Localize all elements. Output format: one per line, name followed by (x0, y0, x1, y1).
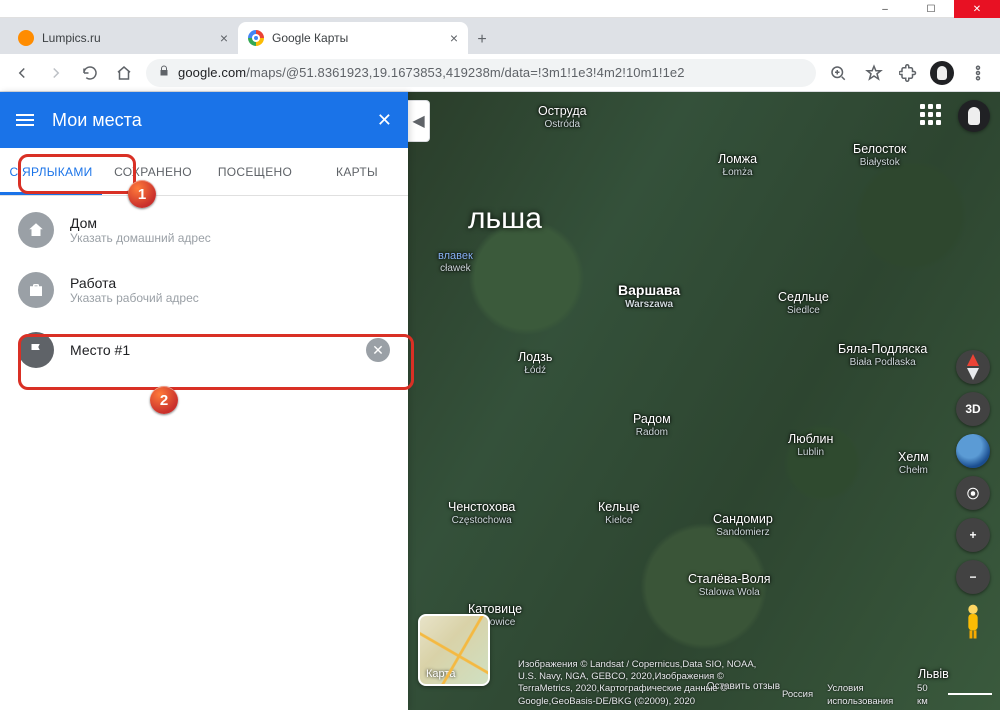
window-titlebar: – ☐ ✕ (0, 0, 1000, 18)
3d-button[interactable]: 3D (956, 392, 990, 426)
zoom-out-button[interactable]: − (956, 560, 990, 594)
city-lodz[interactable]: ЛодзьŁódź (518, 350, 552, 376)
city-bialystok[interactable]: БелостокBiałystok (853, 142, 906, 168)
zoom-in-button[interactable]: + (956, 518, 990, 552)
window-minimize-button[interactable]: – (862, 0, 908, 18)
compass-button[interactable] (956, 350, 990, 384)
panel-close-button[interactable]: ✕ (377, 110, 392, 131)
map-top-controls (920, 100, 990, 132)
city-lublin[interactable]: ЛюблинLublin (788, 432, 833, 458)
layer-toggle[interactable]: Карта (418, 614, 490, 686)
nav-reload-button[interactable] (78, 61, 102, 85)
city-ostroda[interactable]: ОструдаOstróda (538, 104, 587, 130)
city-czestochowa[interactable]: ЧенстоховаCzęstochowa (448, 500, 515, 526)
callout-1-badge: 1 (128, 180, 156, 208)
remove-place-button[interactable]: ✕ (366, 338, 390, 362)
scale-bar (948, 693, 992, 695)
callout-2-badge: 2 (150, 386, 178, 414)
map-canvas[interactable]: ◀ льша ОструдаOstróda ЛомжаŁomża Белосто… (408, 92, 1000, 710)
extensions-icon[interactable] (898, 63, 918, 83)
collapse-panel-button[interactable]: ◀ (408, 100, 430, 142)
browser-toolbar: google.com/maps/@51.8361923,19.1673853,4… (0, 54, 1000, 92)
place-title: Дом (70, 215, 211, 231)
panel-tabs: С ЯРЛЫКАМИ СОХРАНЕНО ПОСЕЩЕНО КАРТЫ (0, 148, 408, 196)
window-maximize-button[interactable]: ☐ (908, 0, 954, 18)
place-title: Место #1 (70, 342, 130, 358)
tab-visited[interactable]: ПОСЕЩЕНО (204, 148, 306, 195)
zoom-indicator-icon[interactable] (826, 61, 850, 85)
briefcase-icon (18, 272, 54, 308)
city-radom[interactable]: РадомRadom (633, 412, 671, 438)
layer-label: Карта (426, 668, 455, 680)
place-subtitle: Указать рабочий адрес (70, 291, 199, 305)
city-warszawa[interactable]: ВаршаваWarszawa (618, 282, 680, 310)
browser-menu-button[interactable] (966, 61, 990, 85)
account-avatar[interactable] (958, 100, 990, 132)
place-list: Дом Указать домашний адрес Работа Указат… (0, 196, 408, 384)
browser-tab-lumpics[interactable]: Lumpics.ru × (8, 22, 238, 54)
city-biala[interactable]: Бяла-ПодляскаBiała Podlaska (838, 342, 927, 368)
browser-tabstrip: Lumpics.ru × Google Карты × + (0, 18, 1000, 54)
favicon-lumpics-icon (18, 30, 34, 46)
tab-close-icon[interactable]: × (450, 30, 458, 46)
my-places-panel: Мои места ✕ С ЯРЛЫКАМИ СОХРАНЕНО ПОСЕЩЕН… (0, 92, 408, 710)
browser-tab-google-maps[interactable]: Google Карты × (238, 22, 468, 54)
attribution: Изображения © Landsat / Copernicus,Data … (518, 659, 992, 708)
url-text: google.com/maps/@51.8361923,19.1673853,4… (178, 65, 685, 80)
terms-link[interactable]: Условия использования (827, 683, 903, 708)
google-apps-icon[interactable] (920, 104, 944, 128)
tab-labeled[interactable]: С ЯРЛЫКАМИ (0, 148, 102, 195)
city-lomza[interactable]: ЛомжаŁomża (718, 152, 757, 178)
attribution-country: Россия (782, 689, 813, 701)
city-stalowa[interactable]: Сталёва-ВоляStalowa Wola (688, 572, 771, 598)
city-chelm[interactable]: ХелмChełm (898, 450, 929, 476)
city-wloclawek[interactable]: влавекcławek (438, 250, 473, 274)
place-subtitle: Указать домашний адрес (70, 231, 211, 245)
attribution-text: Изображения © Landsat / Copernicus,Data … (518, 659, 768, 708)
nav-forward-button[interactable] (44, 61, 68, 85)
address-bar[interactable]: google.com/maps/@51.8361923,19.1673853,4… (146, 59, 816, 87)
tab-close-icon[interactable]: × (220, 30, 228, 46)
panel-header: Мои места ✕ (0, 92, 408, 148)
map-side-controls: 3D ⦿ + − (956, 350, 990, 640)
favicon-google-maps-icon (248, 30, 264, 46)
new-tab-button[interactable]: + (468, 26, 496, 54)
profile-avatar[interactable] (930, 61, 954, 85)
place-item-custom[interactable]: Место #1 ✕ (0, 320, 408, 380)
panel-title: Мои места (52, 110, 142, 131)
pegman-icon[interactable] (959, 602, 987, 640)
nav-back-button[interactable] (10, 61, 34, 85)
city-sandomierz[interactable]: СандомирSandomierz (713, 512, 773, 538)
window-close-button[interactable]: ✕ (954, 0, 1000, 18)
tab-title: Google Карты (272, 31, 348, 45)
globe-button[interactable] (956, 434, 990, 468)
city-kielce[interactable]: КельцеKielce (598, 500, 640, 526)
home-icon (18, 212, 54, 248)
country-label: льша (468, 202, 542, 236)
content-area: Мои места ✕ С ЯРЛЫКАМИ СОХРАНЕНО ПОСЕЩЕН… (0, 92, 1000, 710)
my-location-button[interactable]: ⦿ (956, 476, 990, 510)
lock-icon (158, 64, 170, 81)
place-item-work[interactable]: Работа Указать рабочий адрес (0, 260, 408, 320)
city-siedlce[interactable]: СедльцеSiedlce (778, 290, 829, 316)
scale-label: 50 км (917, 683, 934, 708)
flag-icon (18, 332, 54, 368)
bookmark-star-icon[interactable] (862, 61, 886, 85)
place-item-home[interactable]: Дом Указать домашний адрес (0, 200, 408, 260)
menu-button[interactable] (16, 114, 34, 126)
tab-title: Lumpics.ru (42, 31, 101, 45)
tab-maps[interactable]: КАРТЫ (306, 148, 408, 195)
place-title: Работа (70, 275, 199, 291)
nav-home-button[interactable] (112, 61, 136, 85)
